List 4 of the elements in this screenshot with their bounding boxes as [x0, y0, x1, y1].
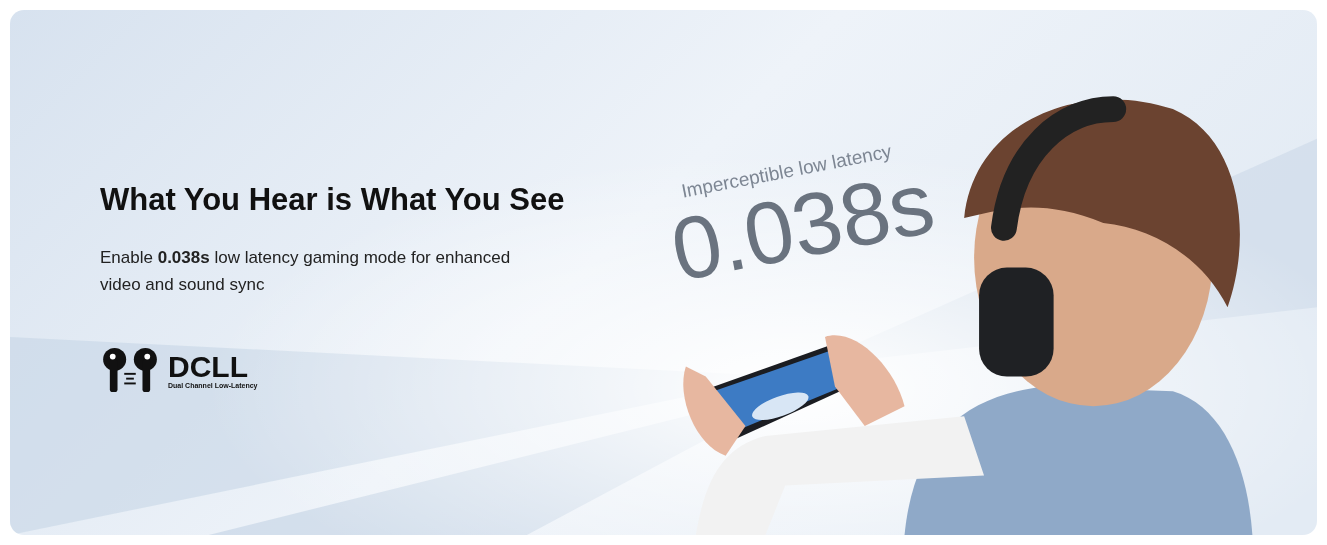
badge-title: DCLL: [168, 351, 249, 382]
earbuds-icon: [100, 346, 160, 394]
banner-description: Enable 0.038s low latency gaming mode for enhanced video and sound sync: [100, 247, 512, 296]
banner-heading: What You Hear is What You See: [100, 182, 566, 218]
